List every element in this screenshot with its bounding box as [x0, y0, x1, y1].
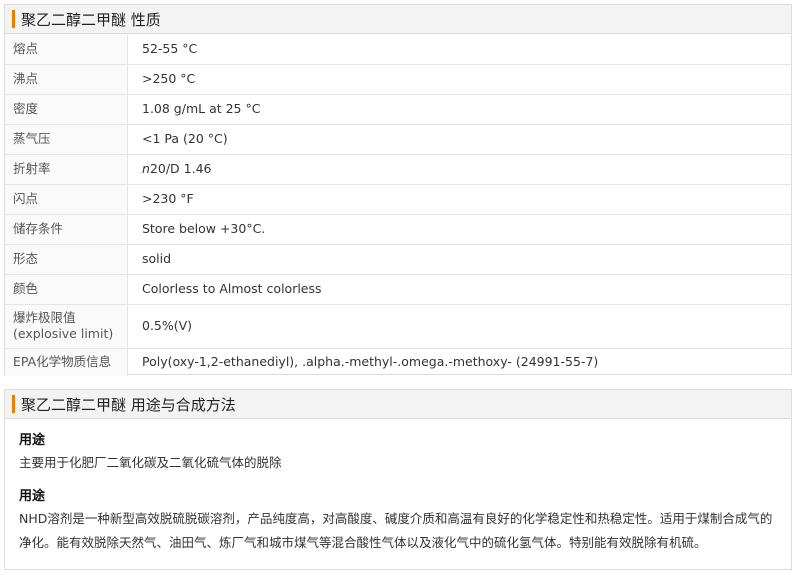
- uses-header: 聚乙二醇二甲醚 用途与合成方法: [5, 390, 791, 419]
- row-label: 储存条件: [5, 214, 128, 245]
- table-row: 闪点 >230 °F: [5, 184, 791, 215]
- table-row: 爆炸极限值(explosive limit) 0.5%(V): [5, 304, 791, 349]
- row-value: Store below +30°C.: [127, 214, 791, 245]
- row-label: 蒸气压: [5, 124, 128, 155]
- uses-content: 用途 主要用于化肥厂二氧化碳及二氧化硫气体的脱除 用途 NHD溶剂是一种新型高效…: [5, 419, 791, 555]
- properties-header: 聚乙二醇二甲醚 性质: [5, 5, 791, 34]
- accent-bar: [12, 395, 15, 413]
- row-value: n20/D 1.46: [127, 154, 791, 185]
- table-row: 沸点 >250 °C: [5, 64, 791, 95]
- row-value: 0.5%(V): [127, 304, 791, 349]
- use-block: 用途 NHD溶剂是一种新型高效脱硫脱碳溶剂，产品纯度高，对高酸度、碱度介质和高温…: [19, 487, 777, 555]
- use-text: NHD溶剂是一种新型高效脱硫脱碳溶剂，产品纯度高，对高酸度、碱度介质和高温有良好…: [19, 511, 773, 550]
- epa-link[interactable]: Poly(oxy-1,2-ethanediyl), .alpha.-methyl…: [128, 348, 792, 376]
- row-value: 1.08 g/mL at 25 °C: [127, 94, 791, 125]
- row-label: 闪点: [5, 184, 128, 215]
- row-label: 沸点: [5, 64, 128, 95]
- table-row: 形态 solid: [5, 244, 791, 275]
- row-label: 颜色: [5, 274, 128, 305]
- row-label: 熔点: [5, 34, 128, 65]
- table-row: 折射率 n20/D 1.46: [5, 154, 791, 185]
- row-label: 形态: [5, 244, 128, 275]
- row-label: 密度: [5, 94, 128, 125]
- table-row: 颜色 Colorless to Almost colorless: [5, 274, 791, 305]
- use-text: 主要用于化肥厂二氧化碳及二氧化硫气体的脱除: [19, 455, 282, 470]
- row-value: solid: [127, 244, 791, 275]
- table-row: 密度 1.08 g/mL at 25 °C: [5, 94, 791, 125]
- uses-panel: 聚乙二醇二甲醚 用途与合成方法 用途 主要用于化肥厂二氧化碳及二氧化硫气体的脱除…: [4, 389, 792, 570]
- row-value: >230 °F: [127, 184, 791, 215]
- properties-title: 聚乙二醇二甲醚 性质: [21, 10, 161, 29]
- row-value: 52-55 °C: [127, 34, 791, 65]
- uses-title: 聚乙二醇二甲醚 用途与合成方法: [21, 395, 236, 414]
- use-heading: 用途: [19, 433, 46, 448]
- table-row: 储存条件 Store below +30°C.: [5, 214, 791, 245]
- table-row: 熔点 52-55 °C: [5, 34, 791, 65]
- value-italic: n: [142, 161, 150, 176]
- properties-table: 熔点 52-55 °C 沸点 >250 °C 密度 1.08 g/mL at 2…: [5, 34, 791, 376]
- value-text: 20/D 1.46: [149, 161, 212, 176]
- row-label: 爆炸极限值(explosive limit): [5, 304, 128, 349]
- use-heading: 用途: [19, 489, 46, 504]
- row-value: <1 Pa (20 °C): [127, 124, 791, 155]
- row-value: Colorless to Almost colorless: [127, 274, 791, 305]
- row-value: >250 °C: [127, 64, 791, 95]
- row-label: EPA化学物质信息: [5, 348, 128, 376]
- table-row: EPA化学物质信息 Poly(oxy-1,2-ethanediyl), .alp…: [5, 348, 791, 376]
- use-block: 用途 主要用于化肥厂二氧化碳及二氧化硫气体的脱除: [19, 431, 777, 475]
- row-label: 折射率: [5, 154, 128, 185]
- table-row: 蒸气压 <1 Pa (20 °C): [5, 124, 791, 155]
- properties-panel: 聚乙二醇二甲醚 性质 熔点 52-55 °C 沸点 >250 °C 密度 1.0…: [4, 4, 792, 376]
- accent-bar: [12, 10, 15, 28]
